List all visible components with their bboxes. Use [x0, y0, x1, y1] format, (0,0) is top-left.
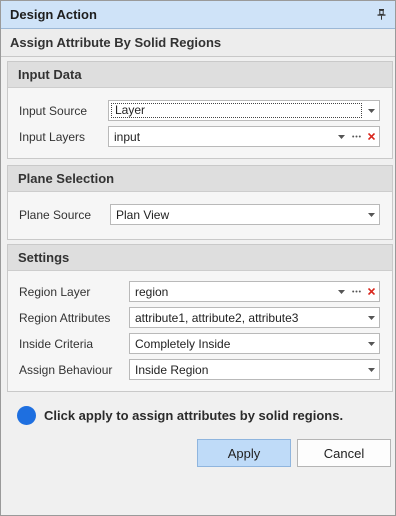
plane-source-label: Plane Source [19, 208, 92, 222]
input-source-label: Input Source [19, 104, 88, 118]
region-attributes-combo[interactable]: attribute1, attribute2, attribute3 [129, 307, 380, 328]
cancel-button[interactable]: Cancel [297, 439, 391, 467]
input-layers-combo[interactable]: input [108, 126, 380, 147]
info-text: Click apply to assign attributes by soli… [44, 408, 344, 423]
input-layers-row: Input Layers input [8, 126, 392, 148]
assign-behaviour-label: Assign Behaviour [19, 363, 113, 377]
ellipsis-icon[interactable] [349, 127, 364, 146]
chevron-down-icon[interactable] [334, 282, 349, 301]
inside-criteria-label: Inside Criteria [19, 337, 94, 351]
region-layer-combo[interactable]: region [129, 281, 380, 302]
inside-criteria-value: Completely Inside [135, 336, 231, 351]
settings-group: Settings Region Layer region Region Attr… [7, 244, 393, 392]
plane-selection-group: Plane Selection Plane Source Plan View [7, 165, 393, 240]
chevron-down-icon[interactable] [364, 334, 379, 353]
plane-source-value: Plan View [116, 207, 170, 222]
input-source-row: Input Source Layer [8, 100, 392, 122]
action-subtitle: Assign Attribute By Solid Regions [1, 29, 395, 57]
group-header-plane-selection: Plane Selection [8, 166, 392, 192]
assign-behaviour-row: Assign Behaviour Inside Region [8, 359, 392, 381]
plane-source-combo[interactable]: Plan View [110, 204, 380, 225]
inside-criteria-row: Inside Criteria Completely Inside [8, 333, 392, 355]
plane-source-row: Plane Source Plan View [8, 204, 392, 226]
assign-behaviour-value: Inside Region [135, 362, 209, 377]
chevron-down-icon[interactable] [364, 205, 379, 224]
info-message: Click apply to assign attributes by soli… [17, 406, 343, 425]
ellipsis-icon[interactable] [349, 282, 364, 301]
region-attributes-row: Region Attributes attribute1, attribute2… [8, 307, 392, 329]
clear-icon[interactable] [364, 282, 379, 301]
chevron-down-icon[interactable] [364, 101, 379, 120]
pin-icon[interactable] [375, 9, 387, 21]
region-layer-row: Region Layer region [8, 281, 392, 303]
region-attributes-value: attribute1, attribute2, attribute3 [135, 310, 299, 325]
input-layers-value: input [114, 129, 141, 144]
input-layers-label: Input Layers [19, 130, 86, 144]
design-action-panel: Design Action Assign Attribute By Solid … [0, 0, 396, 516]
chevron-down-icon[interactable] [334, 127, 349, 146]
clear-icon[interactable] [364, 127, 379, 146]
input-data-group: Input Data Input Source Layer Input Laye… [7, 61, 393, 159]
region-layer-label: Region Layer [19, 285, 91, 299]
panel-title: Design Action [10, 7, 97, 22]
assign-behaviour-combo[interactable]: Inside Region [129, 359, 380, 380]
group-header-settings: Settings [8, 245, 392, 271]
group-header-input-data: Input Data [8, 62, 392, 88]
region-attributes-label: Region Attributes [19, 311, 111, 325]
inside-criteria-combo[interactable]: Completely Inside [129, 333, 380, 354]
input-source-combo[interactable]: Layer [108, 100, 380, 121]
region-layer-value: region [135, 284, 169, 299]
input-source-value: Layer [111, 103, 362, 118]
panel-titlebar: Design Action [1, 1, 395, 29]
chevron-down-icon[interactable] [364, 360, 379, 379]
info-dot-icon [17, 406, 36, 425]
chevron-down-icon[interactable] [364, 308, 379, 327]
apply-button[interactable]: Apply [197, 439, 291, 467]
